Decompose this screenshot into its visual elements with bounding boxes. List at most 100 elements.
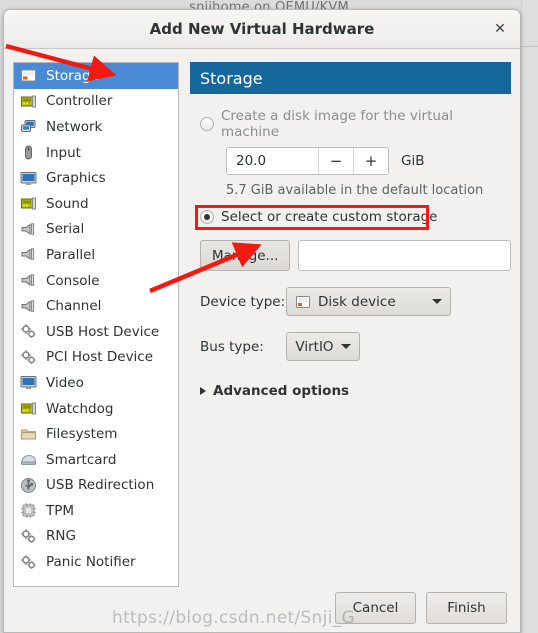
sidebar-item-usb-host-device[interactable]: USB Host Device xyxy=(14,319,178,345)
custom-storage-radio[interactable] xyxy=(200,210,214,224)
sidebar-item-label: Console xyxy=(46,272,100,289)
close-icon[interactable]: ✕ xyxy=(490,19,510,39)
background-window-edge xyxy=(521,0,538,633)
sidebar-item-smartcard[interactable]: Smartcard xyxy=(14,447,178,473)
dialog-footer: Cancel Finish xyxy=(4,585,520,632)
sidebar-item-label: Controller xyxy=(46,93,113,110)
port-icon xyxy=(20,298,37,315)
sidebar-item-network[interactable]: Network xyxy=(14,114,178,140)
sidebar-item-pci-host-device[interactable]: PCI Host Device xyxy=(14,345,178,371)
hardware-type-list[interactable]: Storage Controller Network Input Graphics Sou… xyxy=(13,62,179,587)
bus-type-label: Bus type: xyxy=(200,338,264,355)
sidebar-item-rng[interactable]: RNG xyxy=(14,524,178,550)
disk-size-unit-label: GiB xyxy=(401,153,425,169)
sidebar-item-label: Serial xyxy=(46,221,85,238)
sidebar-item-parallel[interactable]: Parallel xyxy=(14,242,178,268)
disk-size-spinner[interactable]: 20.0 − + xyxy=(226,147,389,175)
sidebar-item-watchdog[interactable]: Watchdog xyxy=(14,396,178,422)
custom-storage-label: Select or create custom storage xyxy=(221,209,438,225)
disk-size-row: 20.0 − + GiB xyxy=(226,147,511,175)
disk-device-icon xyxy=(20,67,37,84)
manage-button[interactable]: Manage... xyxy=(200,240,291,271)
gears-icon xyxy=(20,323,37,340)
port-icon xyxy=(20,221,37,238)
chevron-down-icon xyxy=(340,344,351,349)
network-icon xyxy=(20,118,37,135)
advanced-options-label: Advanced options xyxy=(213,383,350,399)
device-type-value: Disk device xyxy=(318,293,396,310)
custom-storage-option[interactable]: Select or create custom storage xyxy=(195,205,438,230)
bus-type-row: Bus type: VirtIO xyxy=(200,332,511,361)
sidebar-item-filesystem[interactable]: Filesystem xyxy=(14,421,178,447)
device-type-dropdown[interactable]: Disk device xyxy=(286,287,451,316)
sidebar-item-label: Parallel xyxy=(46,246,96,263)
sidebar-item-sound[interactable]: Sound xyxy=(14,191,178,217)
sidebar-item-label: Filesystem xyxy=(46,426,118,443)
create-disk-image-radio[interactable] xyxy=(200,117,214,131)
sidebar-item-label: Storage xyxy=(46,67,99,84)
port-icon xyxy=(20,272,37,289)
sidebar-item-console[interactable]: Console xyxy=(14,268,178,294)
chevron-down-icon xyxy=(432,299,442,304)
page-title: Storage xyxy=(200,68,263,88)
sidebar-item-tpm[interactable]: TPM xyxy=(14,498,178,524)
device-type-label: Device type: xyxy=(200,293,286,310)
sidebar-item-graphics[interactable]: Graphics xyxy=(14,165,178,191)
sidebar-item-input[interactable]: Input xyxy=(14,140,178,166)
sidebar-item-label: TPM xyxy=(46,502,75,519)
sidebar-item-label: Network xyxy=(46,118,103,135)
disk-size-decrement-button[interactable]: − xyxy=(318,148,353,174)
monitor-icon xyxy=(20,170,37,187)
add-new-virtual-hardware-dialog: Add New Virtual Hardware ✕ Storage Contro… xyxy=(3,9,521,633)
chevron-right-icon xyxy=(200,387,206,395)
sidebar-item-channel[interactable]: Channel xyxy=(14,293,178,319)
sidebar-item-label: Graphics xyxy=(46,170,106,187)
gears-icon xyxy=(20,528,37,545)
finish-button[interactable]: Finish xyxy=(426,592,507,624)
disk-size-increment-button[interactable]: + xyxy=(353,148,388,174)
chip-icon xyxy=(20,502,37,519)
gears-icon xyxy=(20,554,37,571)
disk-device-icon xyxy=(295,294,311,310)
usb-icon xyxy=(20,477,37,494)
sidebar-item-label: Smartcard xyxy=(46,451,117,468)
bus-type-dropdown[interactable]: VirtIO xyxy=(286,332,360,361)
sidebar-item-label: Input xyxy=(46,144,81,161)
sidebar-item-label: USB Redirection xyxy=(46,477,155,494)
mouse-icon xyxy=(20,144,37,161)
sidebar-item-label: Video xyxy=(46,374,84,391)
cancel-button[interactable]: Cancel xyxy=(335,592,416,624)
sidebar-item-label: RNG xyxy=(46,528,76,545)
create-disk-image-option[interactable]: Create a disk image for the virtual mach… xyxy=(200,108,511,140)
bus-type-value: VirtIO xyxy=(295,338,334,355)
section-header: Storage xyxy=(190,62,511,94)
sidebar-item-usb-redirection[interactable]: USB Redirection xyxy=(14,473,178,499)
folder-icon xyxy=(20,426,37,443)
sidebar-item-label: USB Host Device xyxy=(46,323,160,340)
disk-size-input[interactable]: 20.0 xyxy=(227,148,318,174)
sidebar-item-video[interactable]: Video xyxy=(14,370,178,396)
storage-path-input[interactable] xyxy=(298,240,511,271)
sidebar-item-label: Sound xyxy=(46,195,89,212)
dialog-title: Add New Virtual Hardware xyxy=(149,20,375,38)
port-icon xyxy=(20,246,37,263)
storage-content-pane: Storage Create a disk image for the virt… xyxy=(190,62,511,587)
sidebar-item-storage[interactable]: Storage xyxy=(14,63,178,89)
expansion-card-icon xyxy=(20,400,37,417)
sidebar-item-label: PCI Host Device xyxy=(46,349,154,366)
create-disk-image-label: Create a disk image for the virtual mach… xyxy=(221,108,453,140)
storage-form: Create a disk image for the virtual mach… xyxy=(190,94,511,399)
sidebar-item-controller[interactable]: Controller xyxy=(14,89,178,115)
gears-icon xyxy=(20,349,37,366)
dialog-titlebar: Add New Virtual Hardware ✕ xyxy=(4,10,520,49)
sidebar-item-panic-notifier[interactable]: Panic Notifier xyxy=(14,549,178,575)
available-space-text: 5.7 GiB available in the default locatio… xyxy=(226,183,484,198)
sidebar-item-serial[interactable]: Serial xyxy=(14,217,178,243)
advanced-options-expander[interactable]: Advanced options xyxy=(200,383,511,399)
device-type-row: Device type: Disk device xyxy=(200,287,511,316)
expansion-card-icon xyxy=(20,93,37,110)
sidebar-item-label: Watchdog xyxy=(46,400,114,417)
sidebar-item-label: Channel xyxy=(46,298,102,315)
dialog-body: Storage Controller Network Input Graphics Sou… xyxy=(4,49,520,632)
sidebar-item-label: Panic Notifier xyxy=(46,554,136,571)
